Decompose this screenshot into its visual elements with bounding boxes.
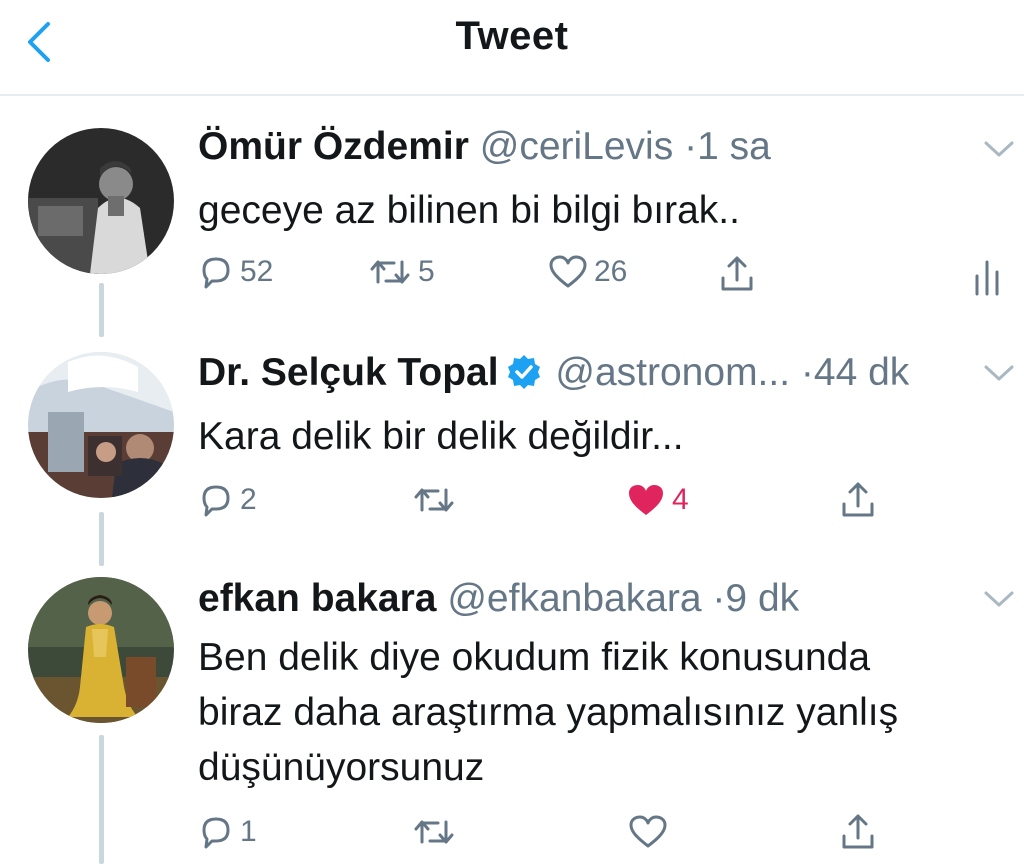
share-icon	[842, 482, 874, 517]
reply-icon	[202, 257, 230, 289]
caret-down-icon[interactable]	[982, 588, 1016, 610]
share-icon	[721, 256, 753, 291]
reply-button[interactable]: 2	[198, 482, 257, 518]
separator-dot: ·	[800, 351, 814, 394]
reply-icon	[202, 485, 230, 517]
share-button[interactable]	[840, 812, 876, 852]
like-button[interactable]: 4	[626, 482, 689, 518]
retweet-icon	[414, 488, 454, 512]
reply-icon	[202, 817, 230, 849]
share-icon	[842, 814, 874, 849]
tweet-text-line: biraz daha araştırma yapmalısınız yanlış	[198, 691, 899, 734]
heart-icon	[629, 485, 663, 515]
like-count: 26	[594, 255, 628, 288]
tweet-text: geceye az bilinen bi bilgi bırak..	[198, 189, 740, 232]
display-name[interactable]: Ömür Özdemir	[198, 125, 469, 168]
caret-down-icon[interactable]	[982, 362, 1016, 384]
avatar[interactable]	[28, 577, 174, 723]
like-button[interactable]: 26	[548, 254, 627, 290]
thread-line	[99, 512, 104, 566]
share-button[interactable]	[840, 480, 876, 520]
analytics-button[interactable]	[972, 258, 1002, 296]
tweet-text-line: düşünüyorsunuz	[198, 746, 485, 789]
share-button[interactable]	[719, 254, 755, 294]
avatar[interactable]	[28, 128, 174, 274]
tweet-text: Ben delik diye okudum fizik konusunda bi…	[198, 630, 998, 795]
verified-badge-icon	[507, 355, 540, 389]
tweet-header: efkan bakara @efkanbakara ·9 dk	[198, 576, 799, 622]
retweet-button[interactable]	[412, 482, 462, 518]
heart-icon	[629, 815, 667, 848]
like-count: 4	[672, 483, 689, 516]
reply-count: 1	[240, 815, 257, 848]
separator-dot: ·	[684, 125, 698, 168]
retweet-icon	[414, 820, 454, 844]
user-handle[interactable]: @ceriLevis	[480, 125, 673, 168]
reply-button[interactable]: 52	[198, 254, 273, 290]
retweet-button[interactable]	[412, 814, 462, 850]
thread-line	[99, 735, 104, 864]
top-bar: Tweet	[0, 0, 1024, 96]
user-handle[interactable]: @astronom...	[555, 351, 790, 394]
retweet-icon	[370, 260, 410, 284]
caret-down-icon[interactable]	[982, 138, 1016, 160]
display-name[interactable]: Dr. Selçuk Topal	[198, 351, 499, 394]
page-title: Tweet	[455, 14, 569, 58]
reply-button[interactable]: 1	[198, 814, 257, 850]
user-handle[interactable]: @efkanbakara	[447, 577, 701, 620]
tweet-header: Ömür Özdemir @ceriLevis ·1 sa	[198, 124, 771, 170]
timestamp[interactable]: 1 sa	[697, 125, 771, 168]
reply-count: 52	[240, 255, 274, 288]
retweet-button[interactable]: 5	[368, 254, 435, 290]
tweet-text: Kara delik bir delik değildir...	[198, 415, 684, 458]
timestamp[interactable]: 44 dk	[814, 351, 909, 394]
tweet-text-line: Ben delik diye okudum fizik konusunda	[198, 636, 871, 679]
reply-count: 2	[240, 483, 257, 516]
separator-dot: ·	[712, 577, 726, 620]
display-name[interactable]: efkan bakara	[198, 577, 436, 620]
timestamp[interactable]: 9 dk	[725, 577, 799, 620]
analytics-icon	[975, 260, 999, 296]
avatar[interactable]	[28, 352, 174, 498]
retweet-count: 5	[418, 255, 435, 288]
tweet-header: Dr. Selçuk Topal @astronom... ·44 dk	[198, 350, 909, 396]
thread-line	[99, 283, 104, 337]
heart-icon	[549, 255, 587, 288]
like-button[interactable]	[628, 814, 674, 850]
